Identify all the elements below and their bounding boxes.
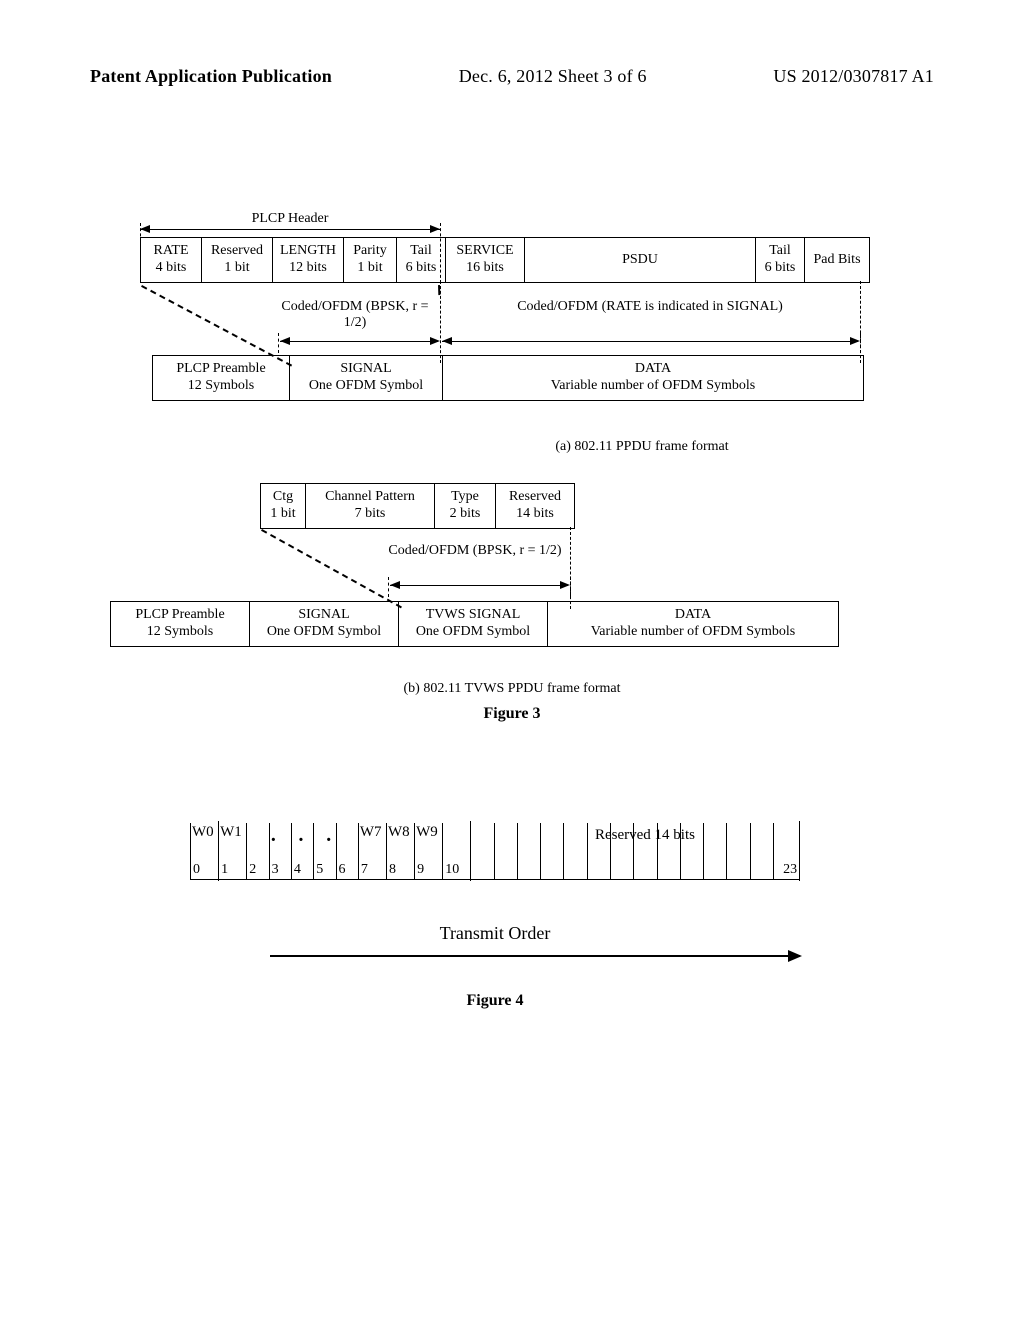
plcp-header-label: PLCP Header bbox=[140, 211, 440, 227]
page-header: Patent Application Publication Dec. 6, 2… bbox=[90, 66, 934, 87]
fig3b-top-0: Ctg1 bit bbox=[260, 483, 306, 529]
bit-2: 2 bbox=[246, 823, 268, 879]
fig3b-caption: (b) 802.11 TVWS PPDU frame format bbox=[90, 681, 934, 697]
fig3a-row2-2: DATAVariable number of OFDM Symbols bbox=[442, 355, 864, 401]
fig3b-top-row: Ctg1 bitChannel Pattern7 bitsType2 bitsR… bbox=[260, 483, 934, 529]
fig3b-annot: Coded/OFDM (BPSK, r = 1/2) bbox=[380, 543, 570, 559]
fig3a-row2-0: PLCP Preamble12 Symbols bbox=[152, 355, 290, 401]
figure4-label: Figure 4 bbox=[190, 992, 800, 1010]
hdr-left: Patent Application Publication bbox=[90, 66, 332, 87]
fig3a-cell-5: SERVICE16 bits bbox=[445, 237, 525, 283]
bit-8: W88 bbox=[386, 823, 414, 879]
bit-7: W77 bbox=[358, 823, 386, 879]
fig3a-bottom-row: PLCP Preamble12 SymbolsSIGNALOne OFDM Sy… bbox=[152, 355, 934, 401]
fig3a-caption: (a) 802.11 PPDU frame format bbox=[350, 439, 934, 455]
fig3b-top-2: Type2 bits bbox=[434, 483, 496, 529]
fig3a-cell-8: Pad Bits bbox=[804, 237, 870, 283]
hdr-right: US 2012/0307817 A1 bbox=[773, 66, 934, 87]
bit-1: W11 bbox=[218, 823, 246, 879]
fig3a-cell-0: RATE4 bits bbox=[140, 237, 202, 283]
fig3a-cell-1: Reserved1 bit bbox=[201, 237, 273, 283]
fig3b-row2-2: TVWS SIGNALOne OFDM Symbol bbox=[398, 601, 548, 647]
fig3a-cell-2: LENGTH12 bits bbox=[272, 237, 344, 283]
bit-9: W99 bbox=[414, 823, 442, 879]
fig3b-top-1: Channel Pattern7 bits bbox=[305, 483, 435, 529]
fig3a-annot-left: Coded/OFDM (BPSK, r = 1/2) bbox=[270, 299, 440, 331]
reserved-tick-0 bbox=[470, 823, 493, 879]
fig3a-cell-4: Tail6 bits bbox=[396, 237, 446, 283]
fig3b-row2-1: SIGNALOne OFDM Symbol bbox=[249, 601, 399, 647]
fig4-transmit-label: Transmit Order bbox=[190, 923, 800, 944]
fig3a-top-row: RATE4 bitsReserved1 bitLENGTH12 bitsPari… bbox=[140, 237, 934, 283]
hdr-center: Dec. 6, 2012 Sheet 3 of 6 bbox=[459, 66, 647, 87]
fig3a-annot-right: Coded/OFDM (RATE is indicated in SIGNAL) bbox=[470, 299, 830, 315]
fig3a-cell-6: PSDU bbox=[524, 237, 756, 283]
fig3a-cell-3: Parity1 bit bbox=[343, 237, 397, 283]
bit-10: 10 bbox=[442, 823, 470, 879]
fig3b-top-3: Reserved14 bits bbox=[495, 483, 575, 529]
fig3b-row2-0: PLCP Preamble12 Symbols bbox=[110, 601, 250, 647]
bit-0: W00 bbox=[190, 823, 218, 879]
fig4-arrow bbox=[270, 955, 800, 957]
fig3b-row2-3: DATAVariable number of OFDM Symbols bbox=[547, 601, 839, 647]
fig4-dots: · · · bbox=[270, 829, 340, 852]
figure3-label: Figure 3 bbox=[90, 705, 934, 723]
fig3b-bottom-row: PLCP Preamble12 SymbolsSIGNALOne OFDM Sy… bbox=[110, 601, 934, 647]
fig3a-row2-1: SIGNALOne OFDM Symbol bbox=[289, 355, 443, 401]
fig4-reserved-label: Reserved 14 bits bbox=[500, 827, 790, 844]
fig3a-cell-7: Tail6 bits bbox=[755, 237, 805, 283]
